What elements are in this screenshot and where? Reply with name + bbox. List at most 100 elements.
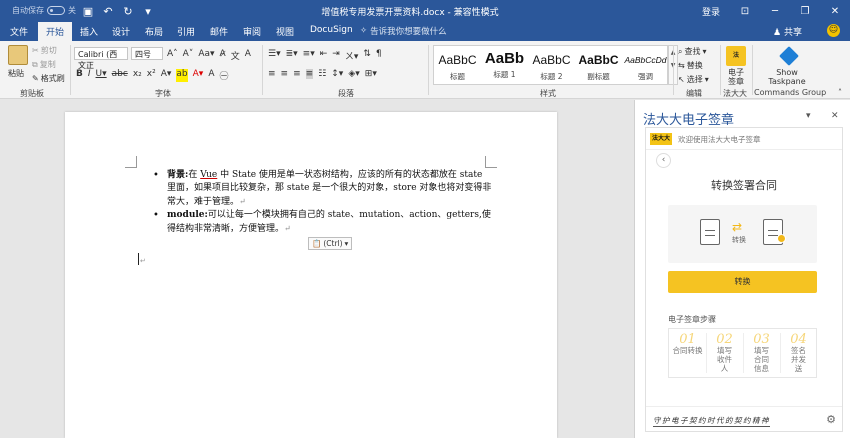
convert-button[interactable]: 转换 — [668, 271, 817, 293]
align-center-icon[interactable]: ≡ — [281, 69, 289, 79]
autosave-toggle[interactable]: 自动保存 关 — [12, 5, 76, 16]
chevron-down-icon: ▾ — [702, 47, 707, 56]
tab-insert[interactable]: 插入 — [80, 25, 98, 38]
style-title[interactable]: AaBbC 标题 — [434, 50, 481, 82]
paste-button[interactable]: 粘贴 — [8, 68, 24, 79]
grow-font-icon[interactable]: A˄ — [167, 49, 178, 62]
font-color-icon[interactable]: A▾ — [193, 69, 204, 82]
numbering-icon[interactable]: ≣▾ — [286, 49, 298, 62]
font-name-select[interactable]: Calibri (西文正 — [74, 47, 128, 70]
group-separator — [428, 45, 429, 95]
share-button[interactable]: ♟ 共享 — [773, 25, 802, 38]
customize-qat-icon[interactable]: ▾ — [140, 3, 156, 19]
underline-icon[interactable]: U▾ — [96, 69, 107, 82]
sort-icon[interactable]: ⇅ — [363, 49, 371, 62]
strikethrough-icon[interactable]: abc — [112, 69, 128, 82]
align-right-icon[interactable]: ≡ — [293, 69, 301, 79]
text-cursor — [138, 253, 139, 265]
justify-icon[interactable]: ≡ — [305, 69, 314, 79]
taskpane-options-icon[interactable]: ▾ — [806, 111, 811, 121]
back-icon[interactable]: ‹ — [656, 153, 671, 168]
feedback-smiley-icon[interactable]: ☺ — [827, 24, 840, 37]
title-bar: 自动保存 关 ▣ ↶ ↻ ▾ 增值税专用发票开票资料.docx - 兼容性模式 … — [0, 0, 850, 22]
style-heading-2[interactable]: AaBbC 标题 2 — [528, 50, 575, 82]
tab-review[interactable]: 审阅 — [243, 25, 261, 38]
fadada-logo-icon[interactable]: 法 — [726, 46, 746, 66]
tell-me-placeholder: 告诉我你想要做什么 — [370, 27, 447, 37]
paragraph-group-label: 段落 — [338, 89, 354, 98]
increase-indent-icon[interactable]: ⇥ — [332, 49, 340, 62]
minimize-icon[interactable]: ─ — [760, 6, 790, 17]
restore-icon[interactable]: ❐ — [790, 6, 820, 17]
collapse-ribbon-icon[interactable]: ˄ — [838, 88, 842, 97]
highlight-icon[interactable]: ab — [176, 69, 188, 82]
tab-mailings[interactable]: 邮件 — [210, 25, 228, 38]
align-left-icon[interactable]: ≡ — [268, 69, 276, 79]
chinese-layout-icon[interactable]: ㄨ▾ — [345, 49, 359, 62]
ribbon-display-icon[interactable]: ⊡ — [730, 6, 760, 17]
paste-options-button[interactable]: 📋 (Ctrl) ▾ — [308, 237, 353, 250]
paste-icon[interactable] — [8, 45, 28, 65]
tab-docusign[interactable]: DocuSign — [310, 25, 353, 35]
tell-me-box[interactable]: ✧ 告诉我你想要做什么 — [360, 25, 447, 37]
undo-icon[interactable]: ↶ — [100, 3, 116, 19]
select-button[interactable]: ↖ 选择 ▾ — [678, 74, 709, 85]
close-icon[interactable]: ✕ — [831, 111, 839, 121]
esign-button[interactable]: 电子签章 — [726, 68, 746, 86]
tab-file[interactable]: 文件 — [10, 25, 28, 38]
tab-references[interactable]: 引用 — [177, 25, 195, 38]
document-page[interactable]: 背景:在 Vue 中 State 使用是单一状态树结构，应该的所有的状态都放在 … — [65, 112, 557, 438]
superscript-icon[interactable]: x² — [147, 69, 156, 82]
phonetic-icon[interactable]: 文 — [231, 49, 240, 62]
group-separator — [752, 45, 753, 95]
autosave-switch[interactable] — [47, 6, 65, 15]
subscript-icon[interactable]: x₂ — [133, 69, 142, 82]
brush-icon: ✎ — [32, 74, 39, 83]
tab-view[interactable]: 视图 — [276, 25, 294, 38]
tab-design[interactable]: 设计 — [112, 25, 130, 38]
bullet-text: 在 — [188, 170, 201, 180]
clear-format-icon[interactable]: A̷ — [220, 49, 226, 62]
cursor-icon: ↖ — [678, 75, 685, 84]
taskpane-icon[interactable] — [779, 46, 799, 66]
style-emphasis[interactable]: AaBbCcDd 强调 — [622, 50, 669, 82]
save-icon[interactable]: ▣ — [80, 3, 96, 19]
show-taskpane-button[interactable]: Show Taskpane — [762, 68, 812, 86]
change-case-icon[interactable]: Aa▾ — [198, 49, 214, 62]
bullets-icon[interactable]: ☰▾ — [268, 49, 281, 62]
shrink-font-icon[interactable]: A˅ — [183, 49, 194, 62]
tab-layout[interactable]: 布局 — [145, 25, 163, 38]
redo-icon[interactable]: ↻ — [120, 3, 136, 19]
distributed-icon[interactable]: ☷ — [318, 69, 326, 79]
find-button[interactable]: ⌕ 查找 ▾ — [678, 46, 707, 57]
style-subtitle[interactable]: AaBbC 副标题 — [575, 50, 622, 82]
char-border-icon[interactable]: A — [245, 49, 251, 62]
login-button[interactable]: 登录 — [692, 5, 730, 18]
shading-icon[interactable]: ◈▾ — [348, 69, 359, 79]
replace-button[interactable]: ⇆ 替换 — [678, 60, 703, 71]
step-number: 02 — [716, 332, 733, 347]
font-size-select[interactable]: 四号 — [131, 47, 163, 60]
misspelled-word[interactable]: Vue — [200, 170, 217, 180]
style-heading-1[interactable]: AaBb 标题 1 — [481, 50, 528, 80]
borders-icon[interactable]: ⊞▾ — [365, 69, 377, 79]
show-marks-icon[interactable]: ¶ — [376, 49, 382, 62]
copy-button[interactable]: ⧉ 复制 — [32, 59, 56, 70]
bold-icon[interactable]: B — [76, 69, 83, 82]
text-effects-icon[interactable]: A▾ — [161, 69, 172, 82]
multilevel-list-icon[interactable]: ≡▾ — [303, 49, 315, 62]
enclose-char-icon[interactable]: ㊀ — [219, 69, 228, 82]
taskpane-title: 法大大电子签章 — [643, 113, 735, 128]
line-spacing-icon[interactable]: ↕▾ — [331, 69, 343, 79]
decrease-indent-icon[interactable]: ⇤ — [320, 49, 328, 62]
tab-home[interactable]: 开始 — [38, 22, 73, 41]
italic-icon[interactable]: I — [88, 69, 91, 82]
ribbon-tabs: 文件 开始 插入 设计 布局 引用 邮件 审阅 视图 DocuSign ✧ 告诉… — [0, 22, 850, 41]
close-icon[interactable]: ✕ — [820, 6, 850, 17]
list-item[interactable]: module:可以让每一个模块拥有自己的 state、mutation、acti… — [153, 209, 493, 236]
char-shading-icon[interactable]: A — [208, 69, 214, 82]
gear-icon[interactable]: ⚙ — [826, 413, 836, 426]
cut-button[interactable]: ✂ 剪切 — [32, 45, 57, 56]
list-item[interactable]: 背景:在 Vue 中 State 使用是单一状态树结构，应该的所有的状态都放在 … — [153, 169, 493, 209]
format-painter-button[interactable]: ✎ 格式刷 — [32, 73, 65, 84]
